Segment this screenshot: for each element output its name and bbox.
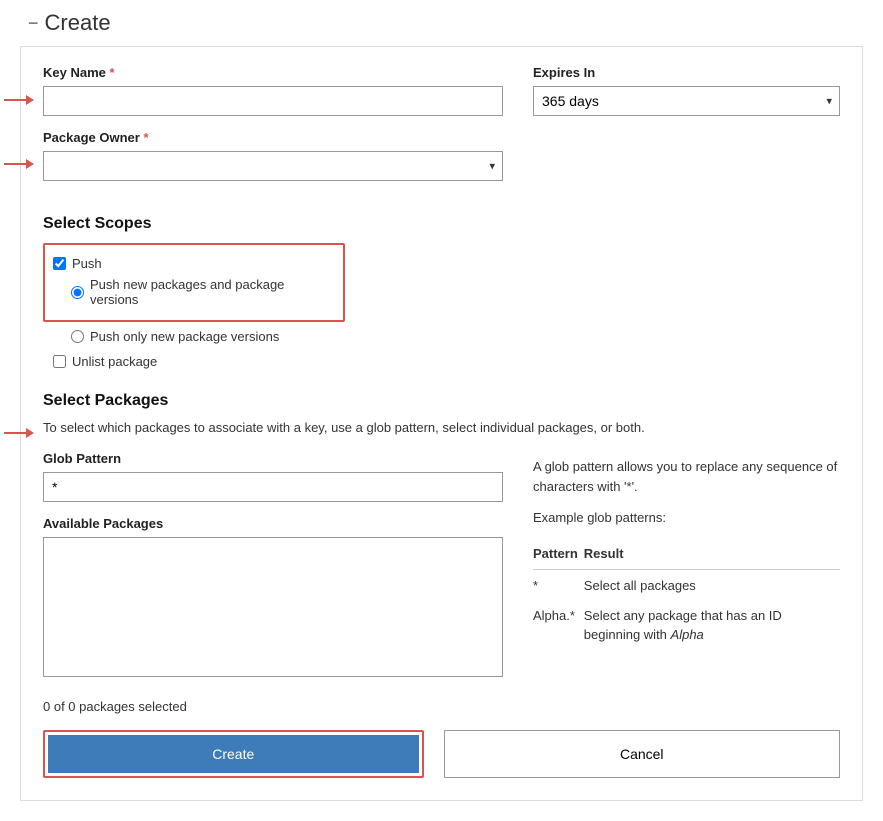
glob-pattern-label: Glob Pattern (43, 451, 503, 466)
push-new-packages-radio[interactable] (71, 286, 84, 299)
push-checkbox[interactable] (53, 257, 66, 270)
cancel-button[interactable]: Cancel (444, 730, 841, 778)
key-name-label: Key Name * (43, 65, 503, 80)
annotation-arrow (4, 90, 34, 110)
unlist-checkbox[interactable] (53, 355, 66, 368)
key-name-input[interactable] (43, 86, 503, 116)
packages-help-text: To select which packages to associate wi… (43, 420, 840, 435)
unlist-label[interactable]: Unlist package (72, 354, 157, 369)
select-packages-heading: Select Packages (43, 392, 840, 410)
available-packages-label: Available Packages (43, 516, 503, 531)
available-packages-listbox[interactable] (43, 537, 503, 677)
glob-pattern-table: Pattern Result * Select all packages Alp… (533, 540, 840, 649)
expires-in-label: Expires In (533, 65, 840, 80)
package-owner-select[interactable] (43, 151, 503, 181)
create-button[interactable]: Create (48, 735, 419, 773)
scopes-highlighted-box: Push Push new packages and package versi… (43, 243, 345, 322)
glob-hint-panel: A glob pattern allows you to replace any… (533, 451, 840, 649)
select-scopes-heading: Select Scopes (43, 215, 840, 233)
collapse-icon[interactable]: − (28, 13, 39, 34)
push-only-new-radio[interactable] (71, 330, 84, 343)
glob-pattern-input[interactable] (43, 472, 503, 502)
table-row: Alpha.* Select any package that has an I… (533, 600, 840, 649)
annotation-arrow (4, 154, 34, 174)
expires-in-select[interactable]: 365 days (533, 86, 840, 116)
package-owner-label: Package Owner * (43, 130, 503, 145)
page-title: Create (45, 10, 111, 36)
annotation-arrow (4, 423, 34, 443)
push-label[interactable]: Push (72, 256, 102, 271)
table-row: * Select all packages (533, 570, 840, 600)
selection-count: 0 of 0 packages selected (43, 699, 840, 714)
push-new-packages-label[interactable]: Push new packages and package versions (90, 277, 333, 307)
create-button-highlight: Create (43, 730, 424, 778)
create-form: Key Name * Expires In 365 days Package O… (20, 46, 863, 801)
push-only-new-label[interactable]: Push only new package versions (90, 329, 279, 344)
